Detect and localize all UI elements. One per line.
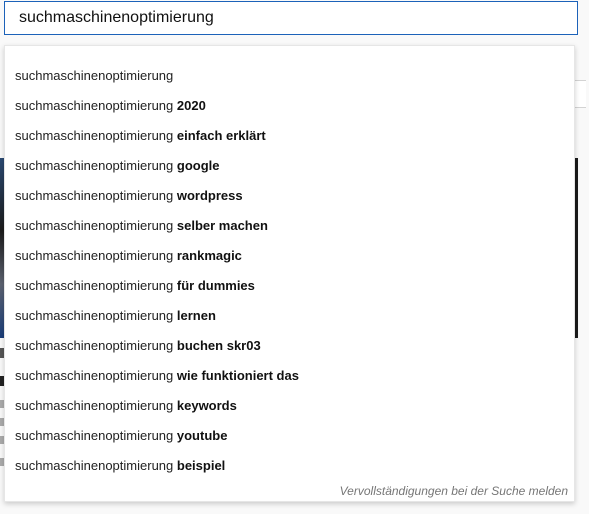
suggestion-item[interactable]: suchmaschinenoptimierung rankmagic [5, 241, 574, 271]
suggestion-list: suchmaschinenoptimierung suchmaschinenop… [5, 46, 574, 481]
suggestion-completion-text: youtube [176, 428, 228, 443]
suggestion-typed-text: suchmaschinenoptimierung [15, 308, 177, 323]
suggestion-item[interactable]: suchmaschinenoptimierung 2020 [5, 91, 574, 121]
suggestion-completion-text: keywords [176, 398, 237, 413]
suggestion-item[interactable]: suchmaschinenoptimierung keywords [5, 391, 574, 421]
suggestion-typed-text: suchmaschinenoptimierung [15, 188, 177, 203]
suggestion-typed-text: suchmaschinenoptimierung [15, 98, 177, 113]
suggestion-typed-text: suchmaschinenoptimierung [15, 458, 177, 473]
suggestion-typed-text: suchmaschinenoptimierung [15, 158, 177, 173]
suggestion-item[interactable]: suchmaschinenoptimierung wie funktionier… [5, 361, 574, 391]
suggestion-completion-text: einfach erklärt [176, 128, 266, 143]
search-field-container [4, 1, 578, 35]
suggestion-typed-text: suchmaschinenoptimierung [15, 218, 177, 233]
suggestion-typed-text: suchmaschinenoptimierung [15, 338, 177, 353]
suggestion-completion-text: wordpress [176, 188, 243, 203]
suggestion-item[interactable]: suchmaschinenoptimierung einfach erklärt [5, 121, 574, 151]
suggestion-item[interactable]: suchmaschinenoptimierung buchen skr03 [5, 331, 574, 361]
suggestion-typed-text: suchmaschinenoptimierung [15, 368, 177, 383]
suggestion-item[interactable]: suchmaschinenoptimierung selber machen [5, 211, 574, 241]
suggestion-typed-text: suchmaschinenoptimierung [15, 68, 174, 83]
suggestion-completion-text: buchen skr03 [176, 338, 261, 353]
suggestion-item[interactable]: suchmaschinenoptimierung lernen [5, 301, 574, 331]
report-suggestions-link[interactable]: Vervollständigungen bei der Suche melden [340, 484, 568, 498]
suggestion-completion-text: selber machen [176, 218, 268, 233]
suggestion-typed-text: suchmaschinenoptimierung [15, 278, 177, 293]
suggestion-completion-text: beispiel [176, 458, 226, 473]
suggestion-completion-text: wie funktioniert das [176, 368, 299, 383]
suggestion-completion-text: für dummies [176, 278, 255, 293]
suggestion-item[interactable]: suchmaschinenoptimierung für dummies [5, 271, 574, 301]
suggestion-typed-text: suchmaschinenoptimierung [15, 248, 177, 263]
suggestion-item[interactable]: suchmaschinenoptimierung [5, 61, 574, 91]
suggestion-completion-text: rankmagic [176, 248, 242, 263]
autocomplete-dropdown: suchmaschinenoptimierung suchmaschinenop… [4, 45, 575, 502]
suggestion-item[interactable]: suchmaschinenoptimierung wordpress [5, 181, 574, 211]
suggestion-item[interactable]: suchmaschinenoptimierung beispiel [5, 451, 574, 481]
suggestion-typed-text: suchmaschinenoptimierung [15, 128, 177, 143]
search-input[interactable] [5, 2, 577, 34]
suggestion-completion-text: lernen [176, 308, 216, 323]
suggestion-completion-text: google [176, 158, 220, 173]
suggestion-item[interactable]: suchmaschinenoptimierung google [5, 151, 574, 181]
suggestion-typed-text: suchmaschinenoptimierung [15, 428, 177, 443]
suggestion-item[interactable]: suchmaschinenoptimierung youtube [5, 421, 574, 451]
suggestion-completion-text: 2020 [176, 98, 206, 113]
suggestion-typed-text: suchmaschinenoptimierung [15, 398, 177, 413]
